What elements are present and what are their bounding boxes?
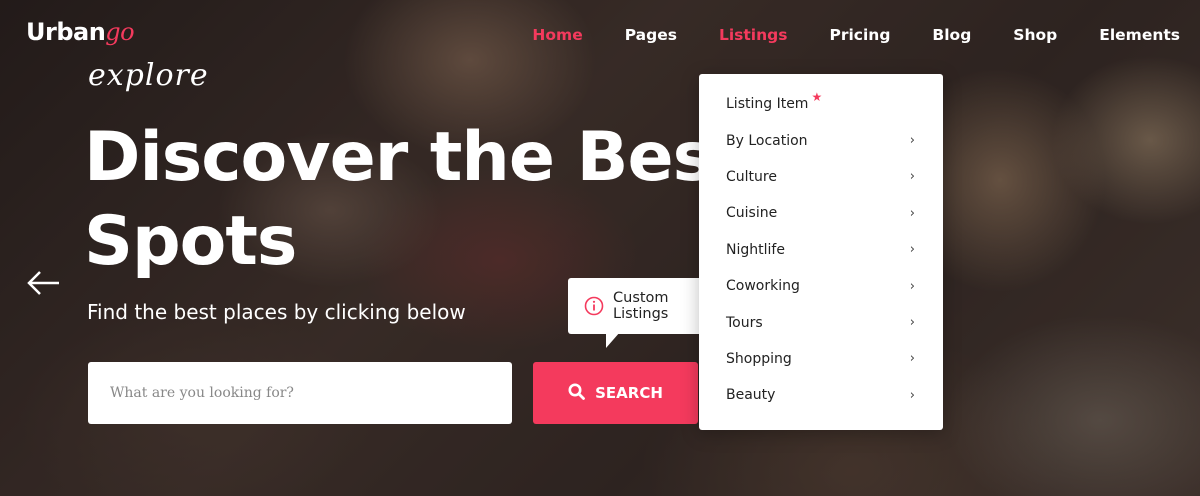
hero-headline-line2: Spots [84,202,297,281]
chevron-right-icon: › [909,315,915,331]
menu-item-listing-item[interactable]: Listing Item ★ [699,86,943,122]
chevron-right-icon: › [909,205,915,221]
chevron-right-icon: › [909,278,915,294]
menu-item-label: Listing Item [726,96,809,113]
search-button[interactable]: SEARCH [533,362,698,424]
chevron-right-icon: › [909,169,915,185]
menu-item-by-location[interactable]: By Location › [699,122,943,158]
menu-item-label: Beauty [726,387,776,404]
chevron-right-icon: › [909,133,915,149]
nav-listings[interactable]: Listings [698,26,809,44]
menu-item-label: Cuisine [726,205,778,222]
menu-item-nightlife[interactable]: Nightlife › [699,232,943,268]
search-input[interactable] [88,362,512,424]
info-icon [584,296,604,316]
menu-item-culture[interactable]: Culture › [699,159,943,195]
nav-pricing[interactable]: Pricing [808,26,911,44]
chevron-right-icon: › [909,351,915,367]
menu-item-beauty[interactable]: Beauty › [699,377,943,413]
menu-item-tours[interactable]: Tours › [699,304,943,340]
menu-item-label: Culture [726,168,777,185]
menu-item-coworking[interactable]: Coworking › [699,268,943,304]
listings-dropdown-menu: Listing Item ★ By Location › Culture › C… [699,74,943,430]
menu-item-label: By Location [726,132,808,149]
arrow-left-icon[interactable] [26,268,62,298]
chevron-right-icon: › [909,242,915,258]
menu-item-label: Shopping [726,350,792,367]
menu-item-shopping[interactable]: Shopping › [699,341,943,377]
hero-headline: Discover the Best Spots [84,116,700,284]
nav-blog[interactable]: Blog [911,26,992,44]
search-button-label: SEARCH [595,384,663,402]
nav-shop[interactable]: Shop [992,26,1078,44]
menu-item-label: Tours [726,314,763,331]
hero-subtitle: Find the best places by clicking below [87,300,466,324]
headline-clip: Discover the Best Spots [0,0,700,300]
search-icon [568,383,586,404]
menu-item-label: Coworking [726,278,800,295]
star-badge-icon: ★ [811,90,823,105]
hero-headline-line1: Discover the Best [84,118,700,197]
menu-item-cuisine[interactable]: Cuisine › [699,195,943,231]
nav-elements[interactable]: Elements [1078,26,1180,44]
chevron-right-icon: › [909,387,915,403]
menu-item-label: Nightlife [726,241,785,258]
tooltip-tail [606,332,620,348]
